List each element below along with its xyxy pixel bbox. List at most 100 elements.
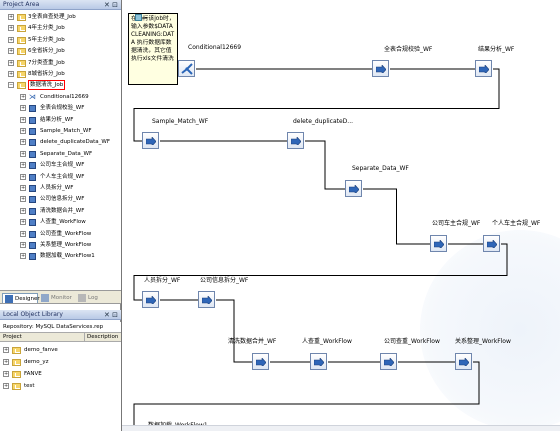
workflow-node[interactable] — [198, 291, 215, 308]
connector-line — [133, 68, 500, 142]
workflow-node[interactable] — [142, 291, 159, 308]
node-label: 公司信息拆分_WF — [200, 277, 249, 284]
workflow-node[interactable] — [380, 353, 397, 370]
project-folder-icon — [12, 383, 21, 390]
workflow-icon — [29, 116, 36, 124]
conditional-icon: ⋊ — [29, 92, 36, 101]
workflow-icon — [384, 358, 394, 366]
workflow-node[interactable] — [483, 235, 500, 252]
expand-icon[interactable]: + — [20, 253, 26, 260]
tree-item-label: delete_duplicateData_WF — [40, 139, 111, 146]
project-area-title: Project Area — [3, 1, 40, 8]
expand-icon[interactable]: + — [20, 196, 26, 203]
expand-icon[interactable]: + — [20, 128, 26, 134]
connector-line — [305, 140, 345, 190]
tree-item-label: 清洗数据合并_WF — [40, 207, 85, 214]
tree-item-label: 4年主分类_Job — [28, 25, 65, 32]
panel-controls-icon[interactable]: ✕ ⊡ — [104, 0, 118, 10]
collapse-icon[interactable]: − — [8, 82, 14, 89]
workflow-node[interactable] — [345, 180, 362, 197]
expand-icon[interactable]: + — [3, 371, 9, 377]
expand-icon[interactable]: + — [20, 93, 26, 100]
tab-log[interactable]: Log — [76, 293, 106, 303]
workflow-icon — [29, 219, 36, 227]
workflow-node[interactable] — [430, 235, 447, 252]
expand-icon[interactable]: + — [8, 71, 14, 77]
tree-item-label: 3全表自查处理_Job — [28, 14, 76, 20]
workflow-icon — [29, 150, 36, 158]
expand-icon[interactable]: + — [8, 14, 14, 20]
workflow-icon — [29, 128, 36, 135]
left-pane: Project Area ✕ ⊡ +3全表自查处理_Job +4年主分类_Job +… — [0, 0, 121, 431]
tab-designer[interactable]: Designer — [2, 293, 40, 303]
expand-icon[interactable]: + — [20, 185, 26, 191]
library-item-label: test — [24, 383, 35, 389]
workflow-node[interactable] — [475, 60, 492, 77]
node-label: Sample_Match_WF — [152, 118, 209, 125]
expand-icon[interactable]: + — [20, 139, 26, 146]
col-project[interactable]: Project — [3, 333, 22, 342]
horizontal-scrollbar[interactable] — [122, 425, 560, 431]
expand-icon[interactable]: + — [20, 162, 26, 169]
connector-line — [363, 188, 430, 245]
library-list: + demo_fanve + demo_yz + FANVE + test — [0, 342, 121, 431]
job-folder-icon — [17, 14, 26, 21]
workflow-icon — [29, 185, 36, 192]
workflow-node[interactable] — [310, 353, 327, 370]
expand-icon[interactable]: + — [8, 59, 14, 66]
node-label: 全表合规校验_WF — [384, 46, 433, 53]
expand-icon[interactable]: + — [3, 359, 9, 365]
expand-icon[interactable]: + — [8, 36, 14, 43]
tree-item-label: Conditional12669 — [40, 93, 89, 100]
designer-tabs: Designer Monitor Log — [0, 290, 121, 304]
workflow-icon — [29, 196, 36, 204]
job-folder-icon — [17, 71, 26, 78]
conditional-icon — [181, 63, 193, 75]
workflow-icon — [291, 137, 301, 145]
expand-icon[interactable]: + — [20, 173, 26, 180]
workflow-node[interactable] — [455, 353, 472, 370]
expand-icon[interactable]: + — [20, 150, 26, 157]
workflow-node[interactable] — [142, 132, 159, 149]
workflow-icon — [434, 240, 444, 248]
expand-icon[interactable]: + — [3, 347, 9, 353]
workspace-canvas[interactable]: 在执行该job时，输入参数$DATACLEANING:DATA 执行数据库数据清… — [121, 0, 560, 431]
node-label: delete_duplicateD... — [293, 118, 354, 125]
start-marker — [135, 14, 142, 21]
connector-line — [216, 299, 252, 363]
tree-item-label: 公司信息拆分_WF — [40, 196, 85, 203]
workflow-icon — [29, 242, 36, 249]
project-area-header: Project Area ✕ ⊡ — [0, 0, 121, 10]
tree-item-label: 8城省拆分_Job — [28, 71, 65, 77]
workflow-icon — [202, 296, 212, 304]
library-controls-icon[interactable]: ✕ ⊡ — [104, 310, 118, 320]
tree-item-label: 全表合规校验_WF — [40, 105, 85, 112]
job-folder-icon — [17, 36, 26, 44]
expand-icon[interactable]: + — [20, 230, 26, 237]
project-folder-icon — [12, 347, 21, 354]
tree-item-label: 人员拆分_WF — [40, 185, 74, 191]
monitor-icon — [41, 294, 49, 302]
tab-monitor[interactable]: Monitor — [39, 293, 75, 303]
expand-icon[interactable]: + — [20, 105, 26, 112]
expand-icon[interactable]: + — [8, 25, 14, 32]
workflow-node[interactable] — [372, 60, 389, 77]
expand-icon[interactable]: + — [20, 116, 26, 123]
tree-item-label: 数据加载_WorkFlow1 — [40, 253, 95, 260]
workflow-icon — [29, 162, 36, 170]
expand-icon[interactable]: + — [3, 383, 9, 389]
library-title: Local Object Library — [3, 311, 63, 318]
expand-icon[interactable]: + — [20, 207, 26, 214]
conditional-node[interactable] — [178, 60, 195, 77]
expand-icon[interactable]: + — [20, 219, 26, 226]
job-folder-icon — [17, 59, 26, 67]
node-label: 结果分析_WF — [478, 46, 515, 53]
expand-icon[interactable]: + — [20, 242, 26, 248]
col-description[interactable]: Description — [84, 333, 118, 342]
workflow-node[interactable] — [287, 132, 304, 149]
workflow-icon — [29, 173, 36, 181]
node-label: 人员拆分_WF — [144, 277, 181, 284]
expand-icon[interactable]: + — [8, 48, 14, 55]
workflow-node[interactable] — [252, 353, 269, 370]
workflow-icon — [146, 296, 156, 304]
